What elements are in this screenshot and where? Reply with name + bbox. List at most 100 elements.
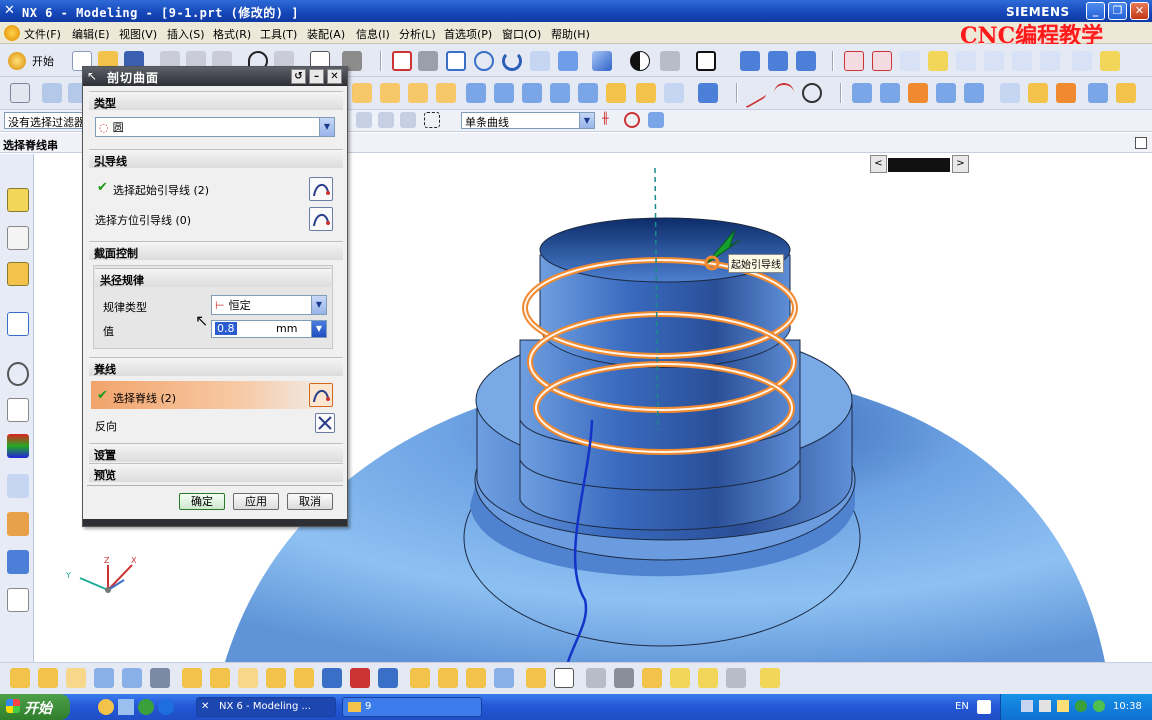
shaded-display-icon[interactable]: [630, 51, 650, 71]
snap-exist-icon[interactable]: [1040, 51, 1060, 71]
show-hide-icon[interactable]: [1072, 51, 1092, 71]
dock-icon[interactable]: [1135, 137, 1147, 149]
menu-window[interactable]: 窗口(O): [502, 26, 541, 42]
feature-icon-1[interactable]: [10, 668, 30, 688]
apply-button[interactable]: 应用: [233, 493, 279, 510]
through-mesh-icon[interactable]: [880, 83, 900, 103]
feature-icon-11[interactable]: [294, 668, 314, 688]
spine-group-header[interactable]: 脊线 ︿: [89, 357, 343, 378]
snap-point-icon[interactable]: [844, 51, 864, 71]
snap-mid-icon[interactable]: [900, 51, 920, 71]
perspective-icon[interactable]: [558, 51, 578, 71]
fit-icon[interactable]: [392, 51, 412, 71]
select-orient-guide-button[interactable]: [309, 207, 333, 231]
quicklaunch-icon-1[interactable]: [98, 699, 114, 715]
system-scenes-tab[interactable]: [7, 550, 29, 574]
unite-icon[interactable]: [522, 83, 542, 103]
feature-icon-20[interactable]: [554, 668, 574, 688]
system-materials-tab[interactable]: [7, 398, 29, 422]
law-type-dropdown[interactable]: ⊢ 恒定 ▼: [211, 295, 327, 315]
select-body-icon[interactable]: [648, 112, 664, 128]
snap-control-icon[interactable]: [928, 51, 948, 71]
arc-icon[interactable]: [774, 83, 794, 103]
preview-group-header[interactable]: 预览 ﹀: [89, 463, 343, 484]
web-browser-tab[interactable]: [7, 312, 29, 336]
trim-body-icon[interactable]: [606, 83, 626, 103]
tray-icon-4[interactable]: [1075, 700, 1087, 712]
feature-icon-17[interactable]: [466, 668, 486, 688]
stop-at-intersection-icon[interactable]: ╫: [602, 112, 618, 128]
feature-icon-13[interactable]: [350, 668, 370, 688]
process-studio-tab[interactable]: [7, 474, 29, 498]
menu-edit[interactable]: 编辑(E): [72, 26, 110, 42]
menu-assembly[interactable]: 装配(A): [307, 26, 345, 42]
volume-icon[interactable]: [1039, 700, 1051, 712]
offset-surface-icon[interactable]: [1088, 83, 1108, 103]
feature-icon-14[interactable]: [378, 668, 398, 688]
subtract-icon[interactable]: [550, 83, 570, 103]
chamfer-icon[interactable]: [380, 83, 400, 103]
swept-icon[interactable]: [936, 83, 956, 103]
feature-icon-21[interactable]: [586, 668, 606, 688]
layer-icon[interactable]: [1100, 51, 1120, 71]
type-filter-dropdown[interactable]: 没有选择过滤器: [4, 112, 84, 129]
menu-format[interactable]: 格式(R): [213, 26, 251, 42]
background-icon[interactable]: [696, 51, 716, 71]
zoom-window-icon[interactable]: [446, 51, 466, 71]
menu-help[interactable]: 帮助(H): [551, 26, 590, 42]
taskbar-folder-window[interactable]: 9: [342, 697, 482, 717]
palette-tab[interactable]: [7, 434, 29, 458]
feature-icon-2[interactable]: [38, 668, 58, 688]
part-navigator-tab[interactable]: [7, 226, 29, 250]
radius-law-header[interactable]: 半径规律 ︿: [95, 268, 331, 289]
feature-icon-7[interactable]: [182, 668, 202, 688]
menu-preferences[interactable]: 首选项(P): [444, 26, 492, 42]
split-body-icon[interactable]: [636, 83, 656, 103]
feature-icon-6[interactable]: [150, 668, 170, 688]
line-icon[interactable]: [746, 77, 766, 109]
value-options-icon[interactable]: ▼: [311, 321, 326, 337]
history-tab[interactable]: [7, 362, 29, 386]
restore-button[interactable]: ❐: [1108, 2, 1127, 20]
wcs-orient-icon[interactable]: [796, 51, 816, 71]
pattern-icon[interactable]: [466, 83, 486, 103]
quicklaunch-icon-2[interactable]: [118, 699, 134, 715]
view-orientation-icon[interactable]: [592, 51, 612, 71]
assembly-navigator-tab[interactable]: [7, 188, 29, 212]
close-button[interactable]: ✕: [1130, 2, 1149, 20]
menu-file[interactable]: 文件(F): [24, 26, 61, 42]
scroll-right-button[interactable]: >: [952, 155, 969, 173]
feature-icon-3[interactable]: [66, 668, 86, 688]
section-group-header[interactable]: 截面控制 ︿: [89, 241, 343, 262]
feature-icon-10[interactable]: [266, 668, 286, 688]
language-indicator[interactable]: EN: [955, 701, 969, 712]
feature-icon-26[interactable]: [726, 668, 746, 688]
start-menu-button[interactable]: 开始: [32, 53, 54, 69]
snap-quadrant-icon[interactable]: [1012, 51, 1032, 71]
part-list-icon[interactable]: [42, 83, 62, 103]
select-curves-icon[interactable]: [400, 112, 416, 128]
taskbar-nx-window[interactable]: ✕ NX 6 - Modeling ...: [196, 697, 336, 717]
feature-icon-16[interactable]: [438, 668, 458, 688]
dialog-close-icon[interactable]: ✕: [327, 69, 342, 84]
browser-icon[interactable]: [158, 699, 174, 715]
feature-icon-4[interactable]: [94, 668, 114, 688]
snap-intersection-icon[interactable]: [956, 51, 976, 71]
feature-icon-15[interactable]: [410, 668, 430, 688]
snap-center-icon[interactable]: [984, 51, 1004, 71]
feature-icon-27[interactable]: [760, 668, 780, 688]
zoom-icon[interactable]: [474, 51, 494, 71]
rectangle-select-icon[interactable]: [424, 112, 440, 128]
trim-sheet-icon[interactable]: [1116, 83, 1136, 103]
roles-tab[interactable]: [7, 512, 29, 536]
rotate-icon[interactable]: [502, 51, 522, 71]
type-dropdown[interactable]: ◌ 圆 ▼: [95, 117, 335, 137]
feature-icon-5[interactable]: [122, 668, 142, 688]
datum-plane-icon[interactable]: [698, 83, 718, 103]
feature-icon-23[interactable]: [642, 668, 662, 688]
menu-view[interactable]: 视图(V): [119, 26, 157, 42]
curve-rule-dropdown[interactable]: 单条曲线 ▼: [461, 112, 595, 129]
section-surface-icon[interactable]: [908, 83, 928, 103]
through-curves-icon[interactable]: [852, 83, 872, 103]
radius-value-input[interactable]: 0.8 mm ▼: [211, 320, 327, 338]
